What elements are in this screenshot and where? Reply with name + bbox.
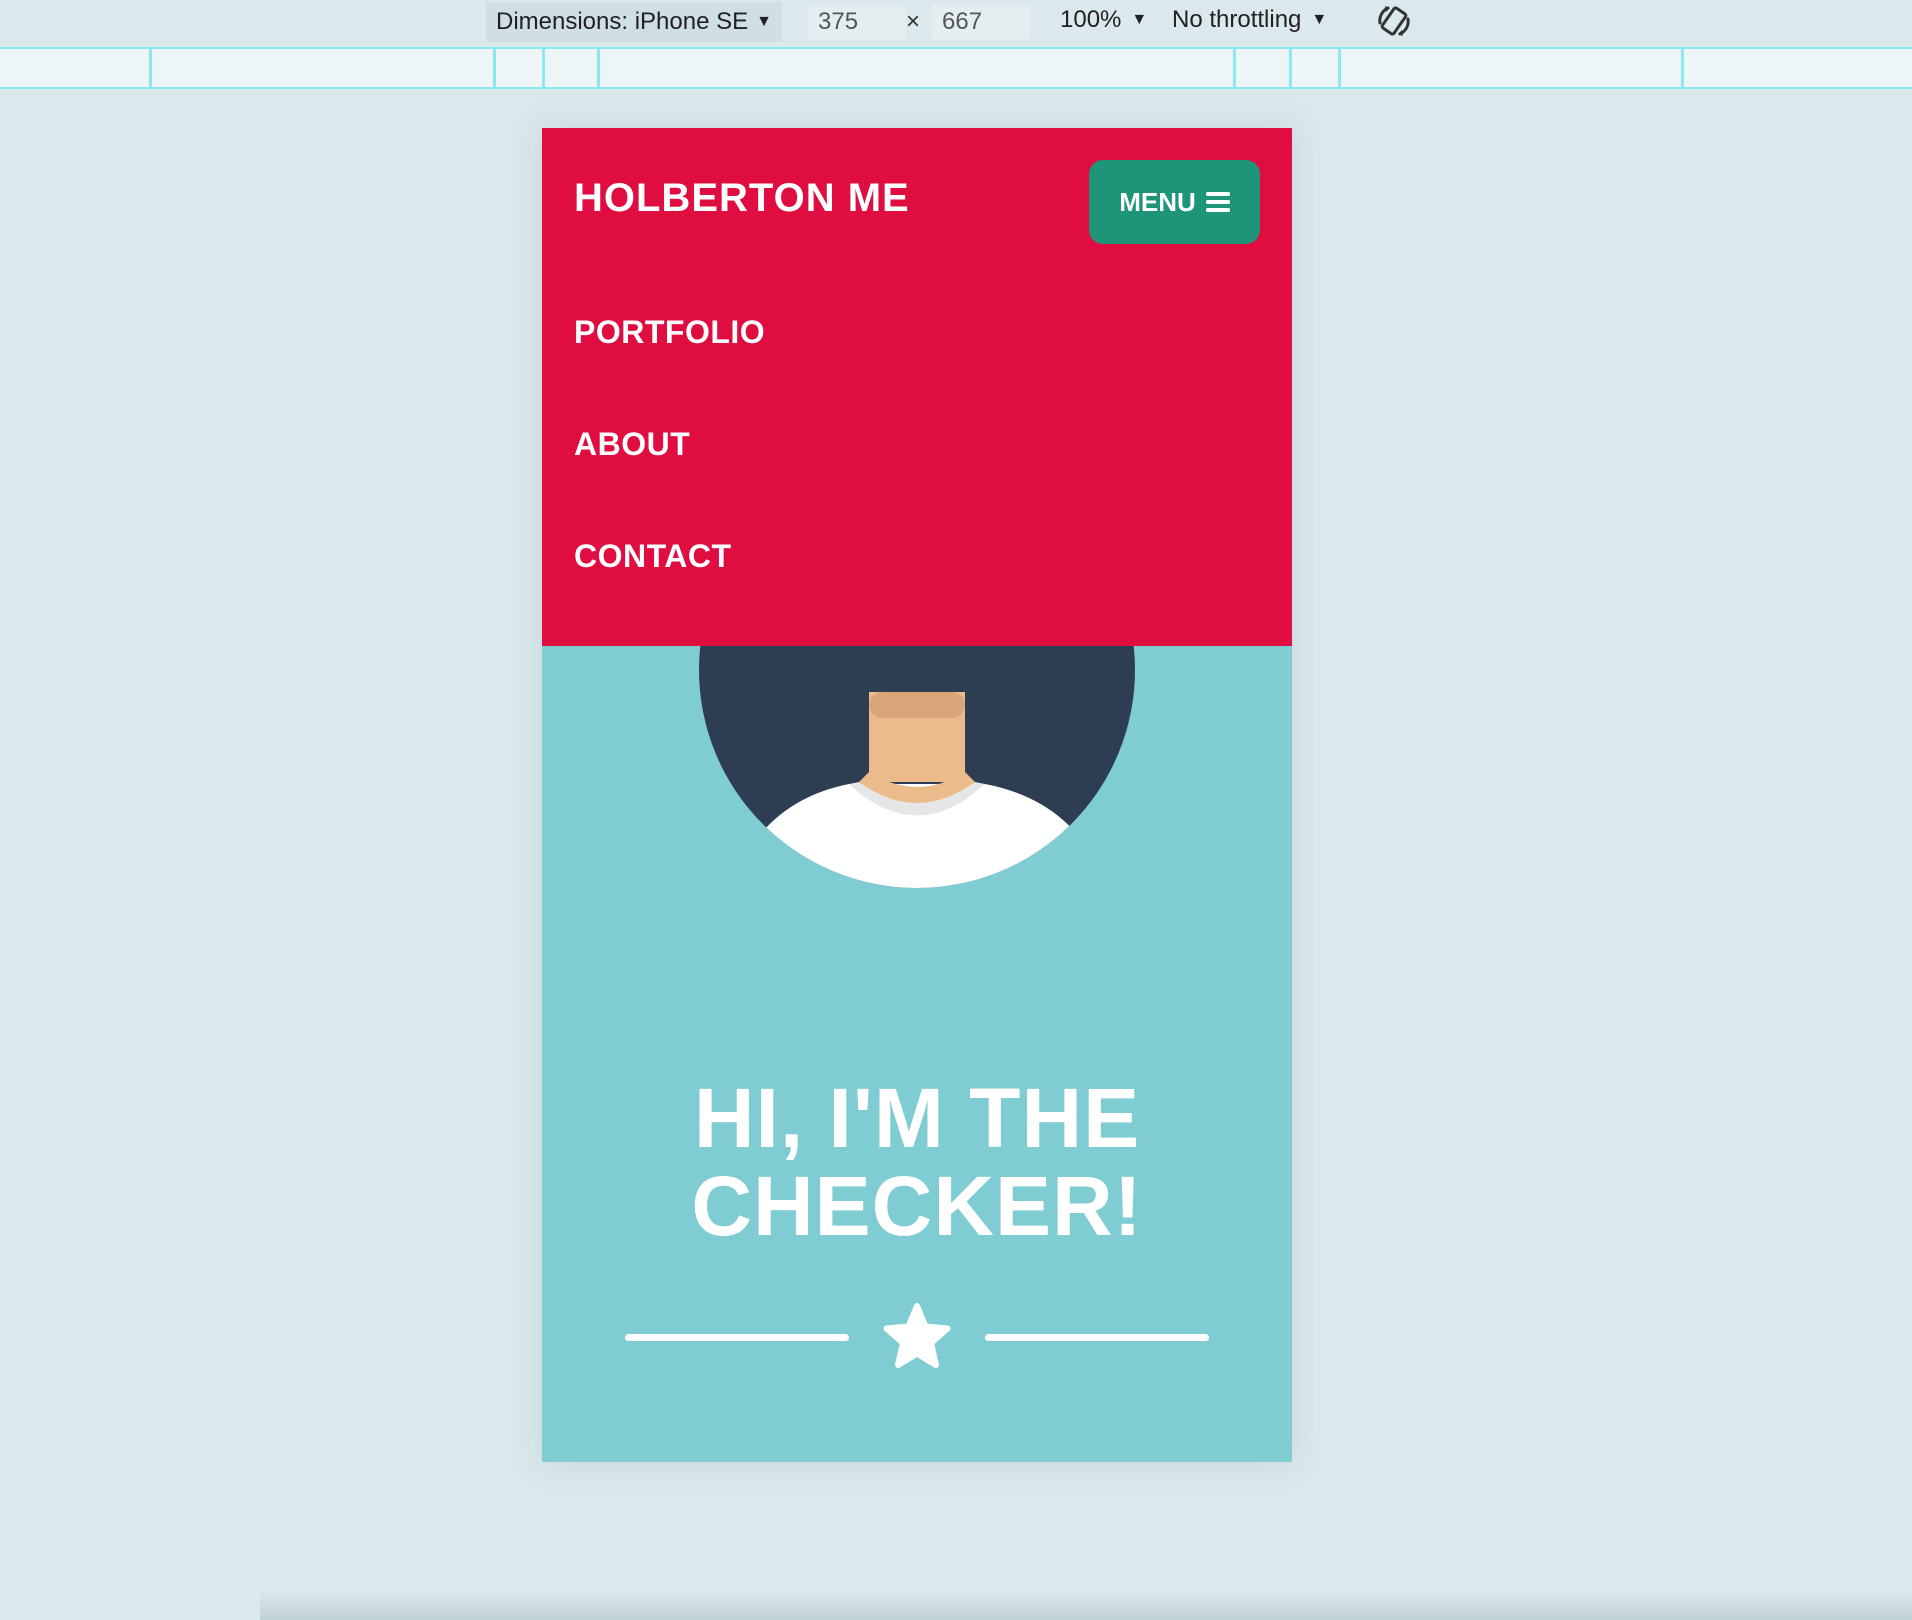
ruler-tick[interactable] — [493, 49, 496, 87]
chevron-down-icon: ▼ — [1131, 11, 1148, 28]
device-select[interactable]: Dimensions: iPhone SE ▼ — [486, 2, 782, 42]
zoom-select[interactable]: 100% ▼ — [1060, 6, 1147, 34]
height-input[interactable]: 667 — [932, 5, 1030, 39]
ruler-tick[interactable] — [1338, 49, 1341, 87]
ruler-tick[interactable] — [1681, 49, 1684, 87]
device-viewport: HI, I'M THE CHECKER! HOLBERTON ME MENU P… — [542, 128, 1292, 1462]
dimension-separator: × — [906, 8, 921, 35]
hero-title: HI, I'M THE CHECKER! — [542, 1074, 1292, 1250]
divider-line-right — [985, 1334, 1209, 1341]
divider-line-left — [625, 1334, 849, 1341]
nav-link-about[interactable]: ABOUT — [574, 426, 690, 463]
hero-title-line2: CHECKER! — [691, 1159, 1143, 1253]
ruler-tick[interactable] — [1233, 49, 1236, 87]
width-input[interactable]: 375 — [808, 5, 906, 39]
ruler-tick[interactable] — [597, 49, 600, 87]
nav-link-contact[interactable]: CONTACT — [574, 538, 732, 575]
site-brand[interactable]: HOLBERTON ME — [574, 176, 910, 221]
zoom-label: 100% — [1060, 6, 1122, 33]
ruler-tick[interactable] — [1289, 49, 1292, 87]
chevron-down-icon: ▼ — [756, 13, 772, 30]
devtools-toolbar: Dimensions: iPhone SE ▼ 375 × 667 100% ▼… — [0, 0, 1912, 46]
nav-menu: HOLBERTON ME MENU PORTFOLIO ABOUT CONTAC… — [542, 128, 1292, 646]
width-value: 375 — [818, 8, 859, 35]
nav-link-portfolio[interactable]: PORTFOLIO — [574, 314, 765, 351]
hamburger-icon — [1205, 192, 1230, 212]
star-icon — [883, 1303, 951, 1368]
menu-button[interactable]: MENU — [1089, 160, 1260, 244]
chevron-down-icon: ▼ — [1311, 11, 1328, 28]
ruler-tick[interactable] — [542, 49, 545, 87]
height-value: 667 — [942, 8, 983, 35]
rotate-icon[interactable] — [1374, 1, 1414, 41]
ruler-tick[interactable] — [149, 49, 152, 87]
menu-button-label: MENU — [1119, 186, 1196, 217]
window-bottom-shadow — [260, 1590, 1912, 1620]
media-query-ruler — [0, 47, 1912, 89]
device-label: Dimensions: iPhone SE — [496, 8, 749, 35]
throttle-label: No throttling — [1172, 6, 1302, 33]
hero-title-line1: HI, I'M THE — [693, 1071, 1141, 1165]
throttle-select[interactable]: No throttling ▼ — [1172, 6, 1327, 34]
